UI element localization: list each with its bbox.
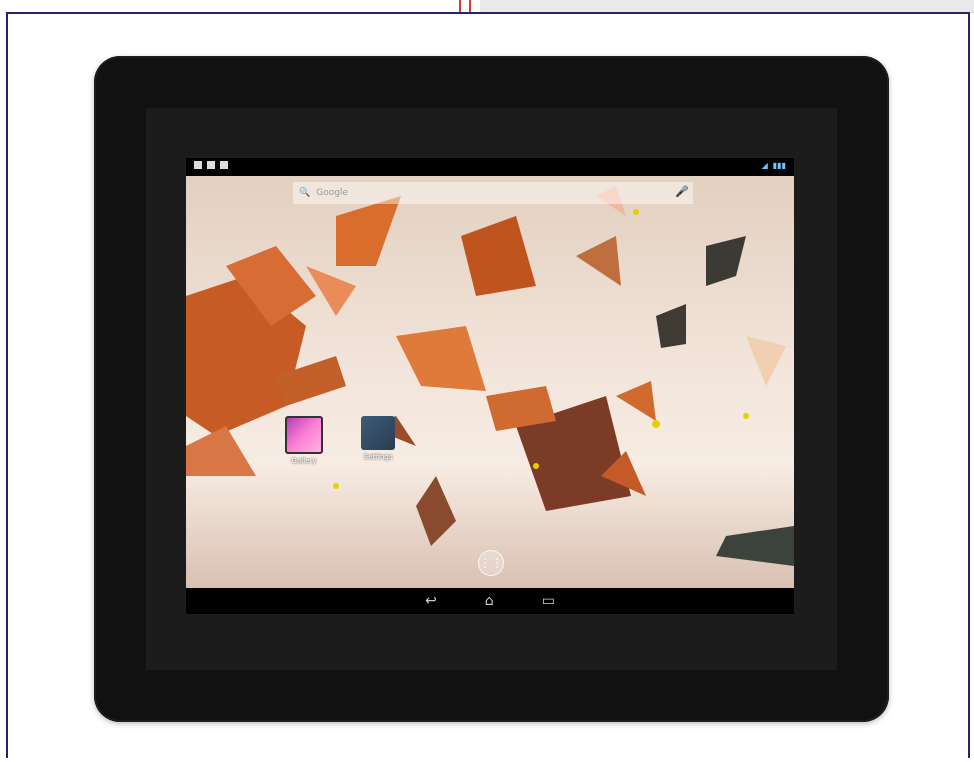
status-bar: ◢ ▮▮▮ — [186, 158, 794, 176]
tablet-screen: ◢ ▮▮▮ 🔍 Google 🎤 Gallery Settings ⋮⋮ ↩ ⌂… — [186, 158, 794, 614]
notification-icon — [194, 161, 202, 169]
apps-icon[interactable]: ⋮⋮ — [478, 550, 504, 576]
app-label-gallery: Gallery — [291, 457, 317, 465]
picture-icon — [207, 161, 215, 169]
settings-icon — [361, 416, 395, 450]
clock: ▮▮▮ — [772, 161, 786, 170]
search-bar[interactable]: 🔍 Google 🎤 — [293, 182, 693, 204]
search-placeholder: Google — [316, 188, 348, 198]
back-icon[interactable]: ↩ — [425, 593, 437, 609]
recent-apps-icon[interactable]: ▭ — [542, 593, 555, 609]
home-icon[interactable]: ⌂ — [485, 593, 494, 609]
app-gallery[interactable]: Gallery — [284, 416, 324, 465]
wallpaper: 🔍 Google 🎤 Gallery Settings ⋮⋮ — [186, 176, 794, 588]
gallery-icon — [285, 416, 323, 454]
status-icons-right: ◢ ▮▮▮ — [762, 161, 786, 170]
app-settings[interactable]: Settings — [358, 416, 398, 461]
signal-icon: ◢ — [761, 161, 768, 170]
app-label-settings: Settings — [363, 453, 393, 461]
status-icons-left — [194, 161, 228, 169]
navigation-bar: ↩ ⌂ ▭ — [186, 588, 794, 614]
mic-icon[interactable]: 🎤 — [675, 185, 689, 198]
message-icon — [220, 161, 228, 169]
search-icon: 🔍 — [299, 188, 311, 198]
wallpaper-shards — [186, 186, 794, 566]
